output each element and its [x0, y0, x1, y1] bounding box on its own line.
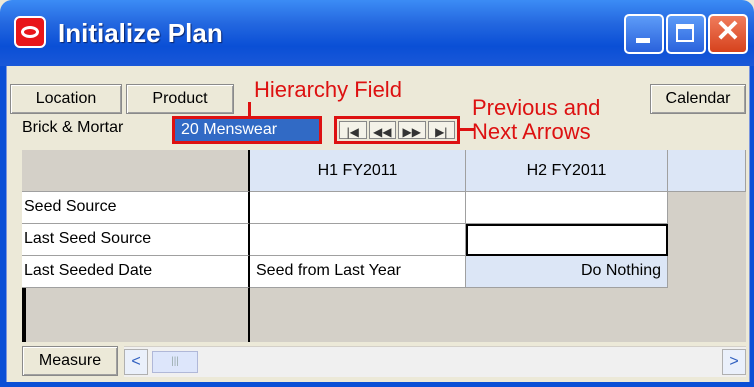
- row-label-last-seed-source: Last Seed Source: [22, 224, 250, 256]
- scroll-left-icon[interactable]: <: [124, 349, 148, 375]
- minimize-button[interactable]: [624, 14, 664, 54]
- cell-seed-source-h1[interactable]: [250, 192, 466, 224]
- calendar-button[interactable]: Calendar: [650, 84, 746, 114]
- grid-corner: [22, 150, 250, 192]
- annotation-hierarchy-field: Hierarchy Field: [254, 77, 402, 102]
- row-label-last-seeded-date: Last Seeded Date: [22, 256, 250, 288]
- horizontal-scrollbar[interactable]: < ||| >: [124, 346, 746, 377]
- last-arrow-icon[interactable]: ▶|: [427, 121, 455, 139]
- column-header-h1[interactable]: H1 FY2011: [250, 150, 466, 192]
- hierarchy-field[interactable]: 20 Menswear: [172, 116, 322, 144]
- maximize-button[interactable]: [666, 14, 706, 54]
- annotation-previous-next-arrows: Previous and Next Arrows: [472, 96, 600, 144]
- first-arrow-icon[interactable]: |◀: [339, 121, 367, 139]
- next-arrow-icon[interactable]: ▶▶: [398, 121, 426, 139]
- cell-seed-source-h2[interactable]: [466, 192, 668, 224]
- title-bar[interactable]: Initialize Plan ✕: [0, 0, 754, 66]
- cell-last-seeded-date-h1[interactable]: Seed from Last Year: [250, 256, 466, 288]
- oracle-logo-icon: [14, 16, 46, 48]
- product-button[interactable]: Product: [126, 84, 234, 114]
- grid-empty-row-header: [22, 288, 250, 342]
- annotation-line-2: Next Arrows: [472, 119, 591, 144]
- scroll-thumb[interactable]: |||: [152, 351, 198, 373]
- measure-button[interactable]: Measure: [22, 346, 118, 376]
- previous-arrow-icon[interactable]: ◀◀: [368, 121, 396, 139]
- location-value: Brick & Mortar: [22, 119, 124, 136]
- window-border-bottom: [0, 382, 754, 387]
- row-label-seed-source: Seed Source: [22, 192, 250, 224]
- measure-grid: H1 FY2011 H2 FY2011 Seed Source Last See…: [22, 150, 746, 342]
- cell-last-seed-source-h2[interactable]: [466, 224, 668, 256]
- column-header-h2[interactable]: H2 FY2011: [466, 150, 668, 192]
- location-button[interactable]: Location: [10, 84, 122, 114]
- column-header-empty: [668, 150, 746, 192]
- window-title: Initialize Plan: [58, 18, 223, 48]
- cell-last-seed-source-h1[interactable]: [250, 224, 466, 256]
- initialize-plan-window: Initialize Plan ✕ Location Product Calen…: [0, 0, 754, 387]
- navigation-arrows: |◀ ◀◀ ▶▶ ▶|: [334, 116, 460, 144]
- close-button[interactable]: ✕: [708, 14, 748, 54]
- annotation-line-1: Previous and: [472, 95, 601, 120]
- close-icon: ✕: [715, 15, 741, 48]
- cell-last-seeded-date-h2[interactable]: Do Nothing: [466, 256, 668, 288]
- scroll-right-icon[interactable]: >: [722, 349, 746, 375]
